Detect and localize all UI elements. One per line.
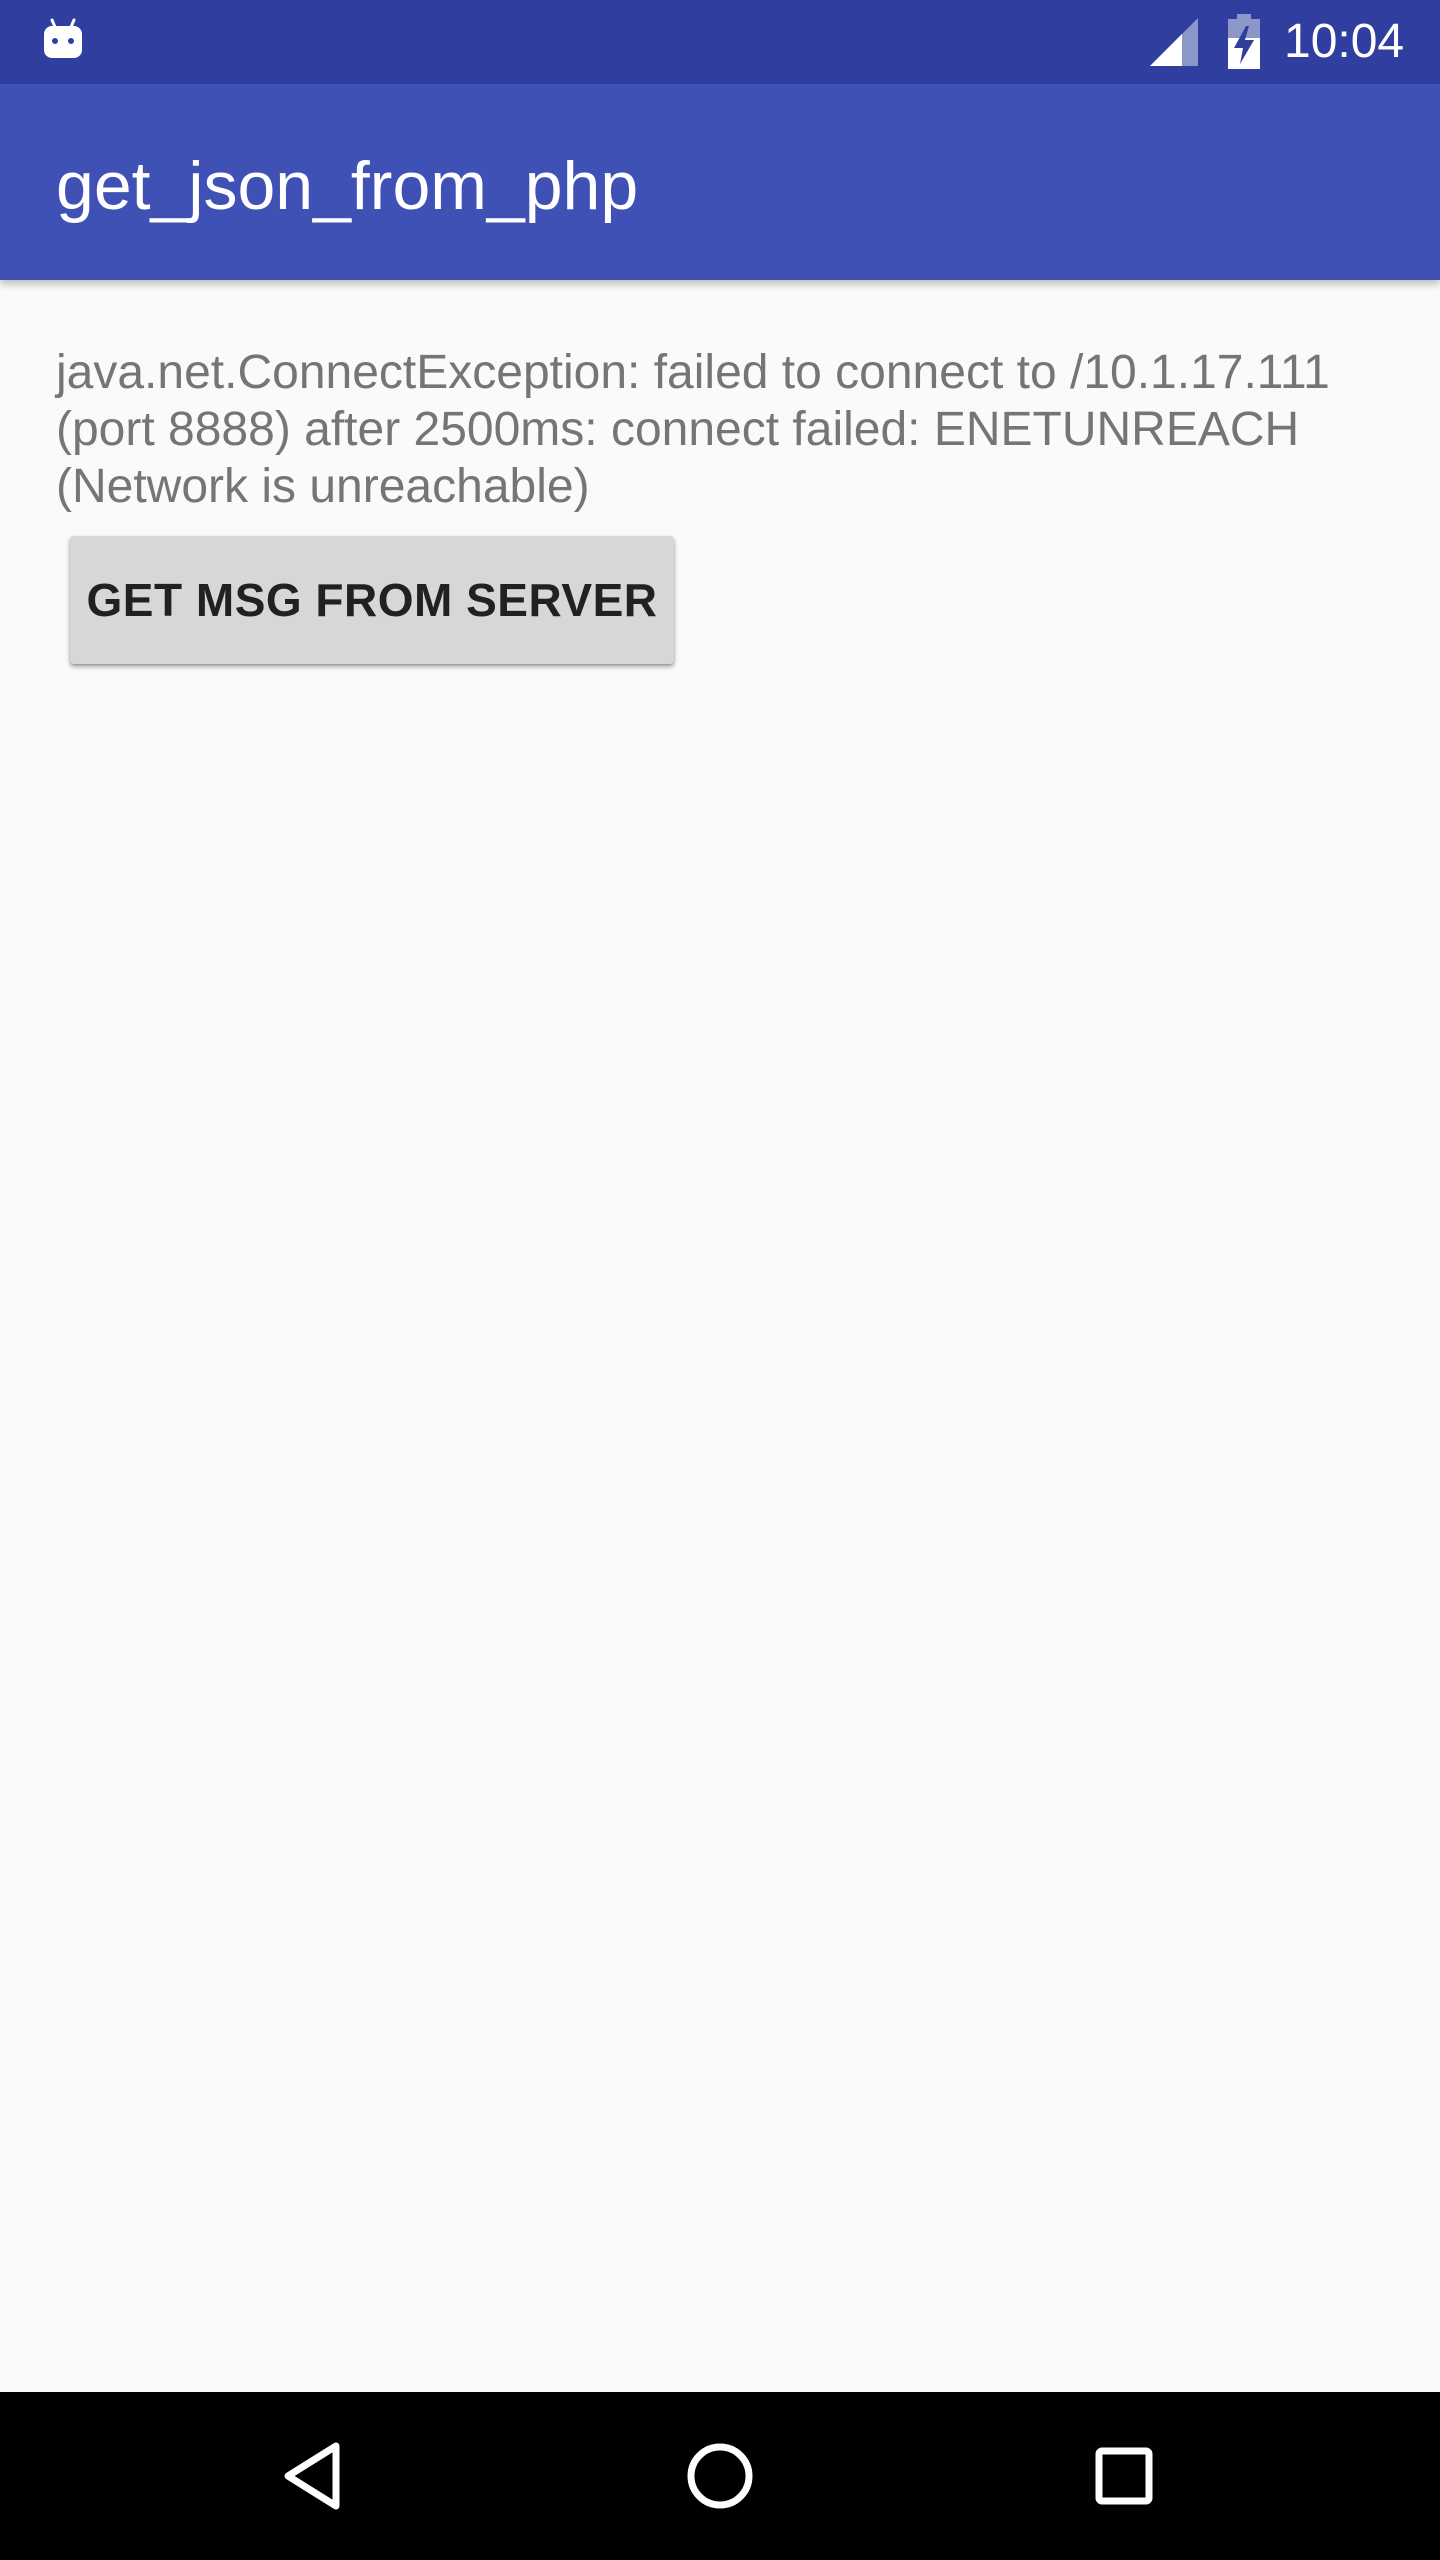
status-clock: 10:04 — [1284, 15, 1405, 68]
status-bar: 10:04 — [0, 0, 1440, 84]
back-triangle-icon — [266, 2426, 366, 2526]
app-screen: 10:04 get_json_from_php java.net.Connect… — [0, 0, 1440, 2560]
recents-square-icon — [1074, 2426, 1174, 2526]
home-button[interactable] — [670, 2426, 770, 2526]
home-circle-icon — [670, 2426, 770, 2526]
battery-charging-icon — [1226, 14, 1262, 70]
get-msg-from-server-button[interactable]: GET MSG FROM SERVER — [70, 536, 674, 664]
app-bar: get_json_from_php — [0, 84, 1440, 280]
cell-signal-icon — [1148, 16, 1200, 68]
app-title: get_json_from_php — [56, 148, 639, 224]
back-button[interactable] — [266, 2426, 366, 2526]
main-content: java.net.ConnectException: failed to con… — [0, 280, 1440, 2392]
recents-button[interactable] — [1074, 2426, 1174, 2526]
android-debug-icon — [40, 16, 86, 62]
navigation-bar — [0, 2392, 1440, 2560]
error-message-text: java.net.ConnectException: failed to con… — [56, 346, 1330, 513]
